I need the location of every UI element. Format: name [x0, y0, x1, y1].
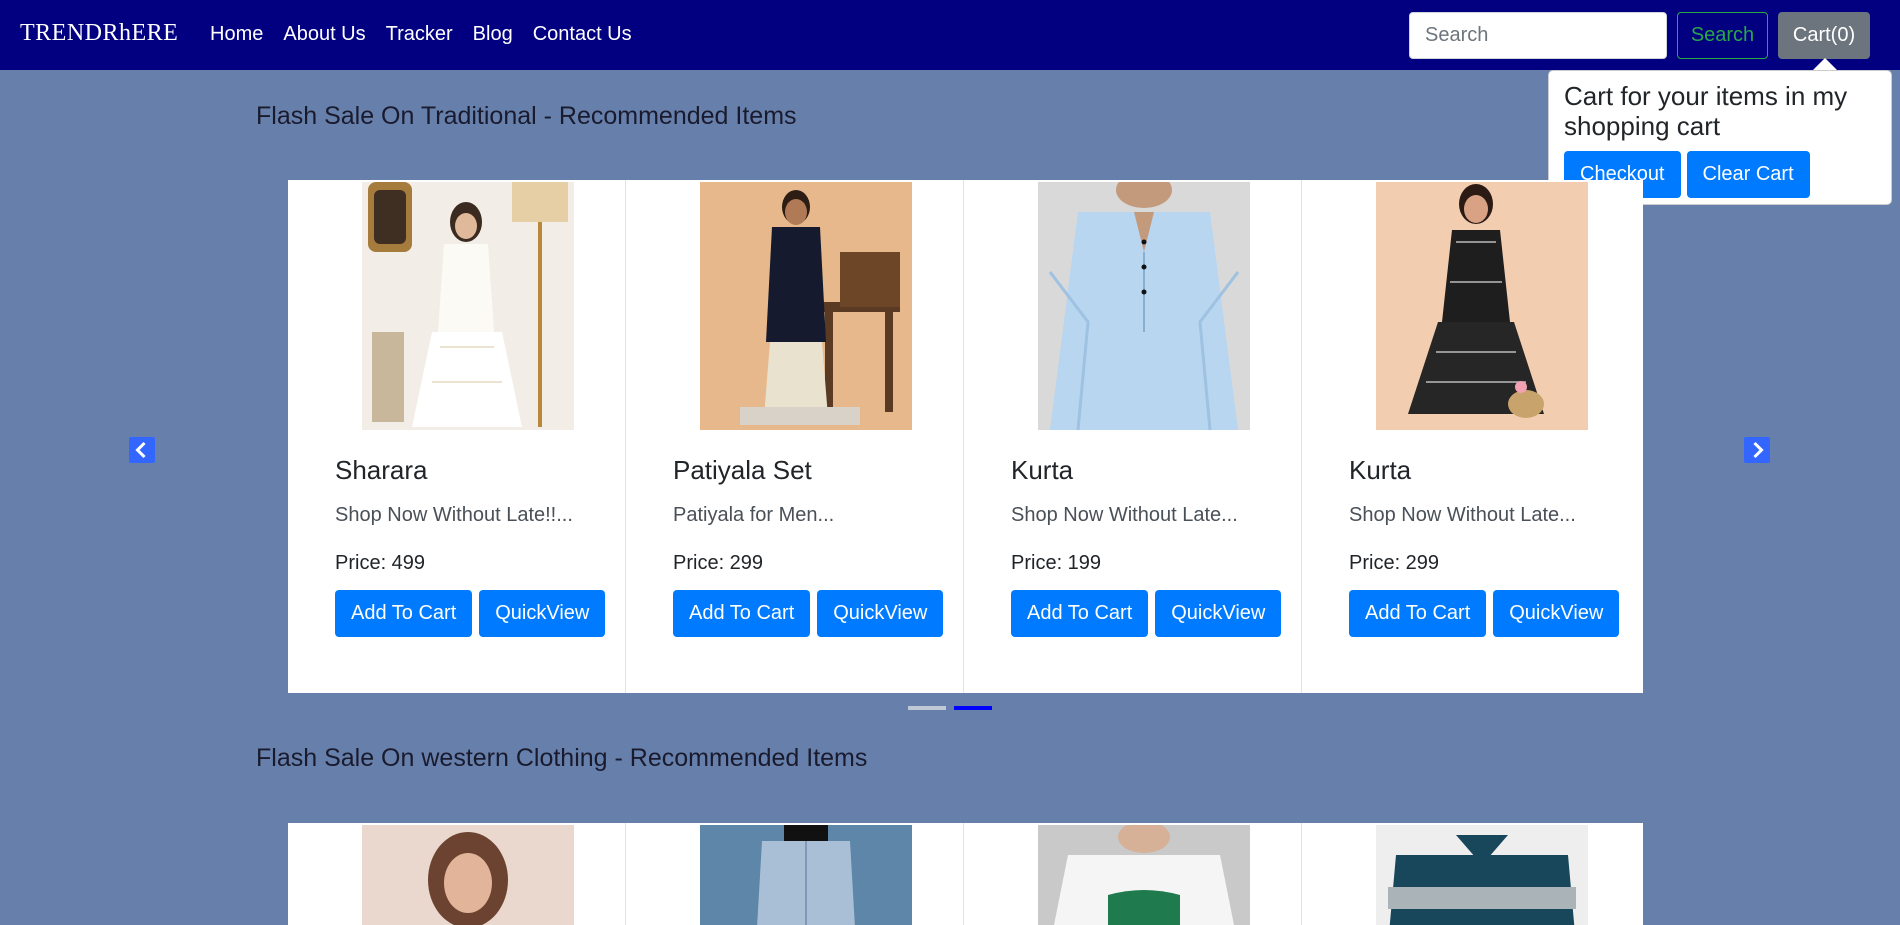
nav-about-us[interactable]: About Us — [283, 23, 365, 46]
product-title[interactable]: Kurta — [1349, 455, 1411, 486]
clear-cart-button[interactable]: Clear Cart — [1686, 151, 1810, 198]
product-image-western-3[interactable] — [1038, 825, 1250, 925]
product-card — [626, 823, 964, 925]
navbar: TRENDRhERE Home About Us Tracker Blog Co… — [0, 0, 1900, 70]
product-image-kurta-blue[interactable] — [1038, 182, 1250, 430]
add-to-cart-button[interactable]: Add To Cart — [1349, 590, 1487, 637]
product-card — [1302, 823, 1640, 925]
product-price: Price: 499 — [335, 552, 426, 574]
product-image-kurta-black[interactable] — [1376, 182, 1588, 430]
carousel-traditional: Sharara Shop Now Without Late!!... Price… — [288, 180, 1643, 693]
carousel-prev-button[interactable] — [129, 437, 155, 463]
nav-home[interactable]: Home — [210, 23, 263, 46]
quickview-button[interactable]: QuickView — [1493, 590, 1620, 637]
product-image-western-2[interactable] — [700, 825, 912, 925]
product-description: Shop Now Without Late... — [1349, 504, 1576, 526]
product-card: Kurta Shop Now Without Late... Price: 29… — [1302, 180, 1640, 693]
quickview-button[interactable]: QuickView — [817, 590, 944, 637]
product-image-western-4[interactable] — [1376, 825, 1588, 925]
product-card: Sharara Shop Now Without Late!!... Price… — [288, 180, 626, 693]
carousel-next-button[interactable] — [1744, 437, 1770, 463]
carousel-indicator[interactable] — [908, 706, 946, 710]
search-input[interactable] — [1409, 12, 1667, 59]
product-title[interactable]: Kurta — [1011, 455, 1073, 486]
add-to-cart-button[interactable]: Add To Cart — [1011, 590, 1149, 637]
carousel-western — [288, 823, 1643, 925]
section-title-traditional: Flash Sale On Traditional - Recommended … — [256, 102, 797, 130]
carousel-indicator-active[interactable] — [954, 706, 992, 710]
popover-arrow — [1813, 58, 1837, 70]
search-button[interactable]: Search — [1677, 12, 1768, 59]
product-image-sharara[interactable] — [362, 182, 574, 430]
product-description: Shop Now Without Late... — [1011, 504, 1238, 526]
chevron-right-icon — [1753, 441, 1764, 459]
product-card — [288, 823, 626, 925]
product-price: Price: 299 — [1349, 552, 1440, 574]
brand-logo[interactable]: TRENDRhERE — [20, 20, 178, 47]
product-card — [964, 823, 1302, 925]
product-image-patiyala[interactable] — [700, 182, 912, 430]
cart-button[interactable]: Cart(0) — [1778, 12, 1870, 59]
product-description: Patiyala for Men... — [673, 504, 835, 526]
product-price: Price: 199 — [1011, 552, 1102, 574]
quickview-button[interactable]: QuickView — [1155, 590, 1282, 637]
chevron-left-icon — [135, 441, 146, 459]
product-card: Kurta Shop Now Without Late... Price: 19… — [964, 180, 1302, 693]
carousel-indicators — [908, 706, 992, 710]
add-to-cart-button[interactable]: Add To Cart — [335, 590, 473, 637]
product-title[interactable]: Sharara — [335, 455, 428, 486]
product-description: Shop Now Without Late!!... — [335, 504, 573, 526]
product-image-western-1[interactable] — [362, 825, 574, 925]
popover-title: Cart for your items in my shopping cart — [1564, 81, 1848, 141]
nav-tracker[interactable]: Tracker — [386, 23, 453, 46]
product-price: Price: 299 — [673, 552, 764, 574]
nav-contact-us[interactable]: Contact Us — [533, 23, 632, 46]
product-title[interactable]: Patiyala Set — [673, 455, 812, 486]
section-title-western: Flash Sale On western Clothing - Recomme… — [256, 744, 868, 772]
add-to-cart-button[interactable]: Add To Cart — [673, 590, 811, 637]
nav-links: Home About Us Tracker Blog Contact Us — [210, 23, 632, 46]
nav-blog[interactable]: Blog — [473, 23, 513, 46]
quickview-button[interactable]: QuickView — [479, 590, 606, 637]
product-card: Patiyala Set Patiyala for Men... Price: … — [626, 180, 964, 693]
